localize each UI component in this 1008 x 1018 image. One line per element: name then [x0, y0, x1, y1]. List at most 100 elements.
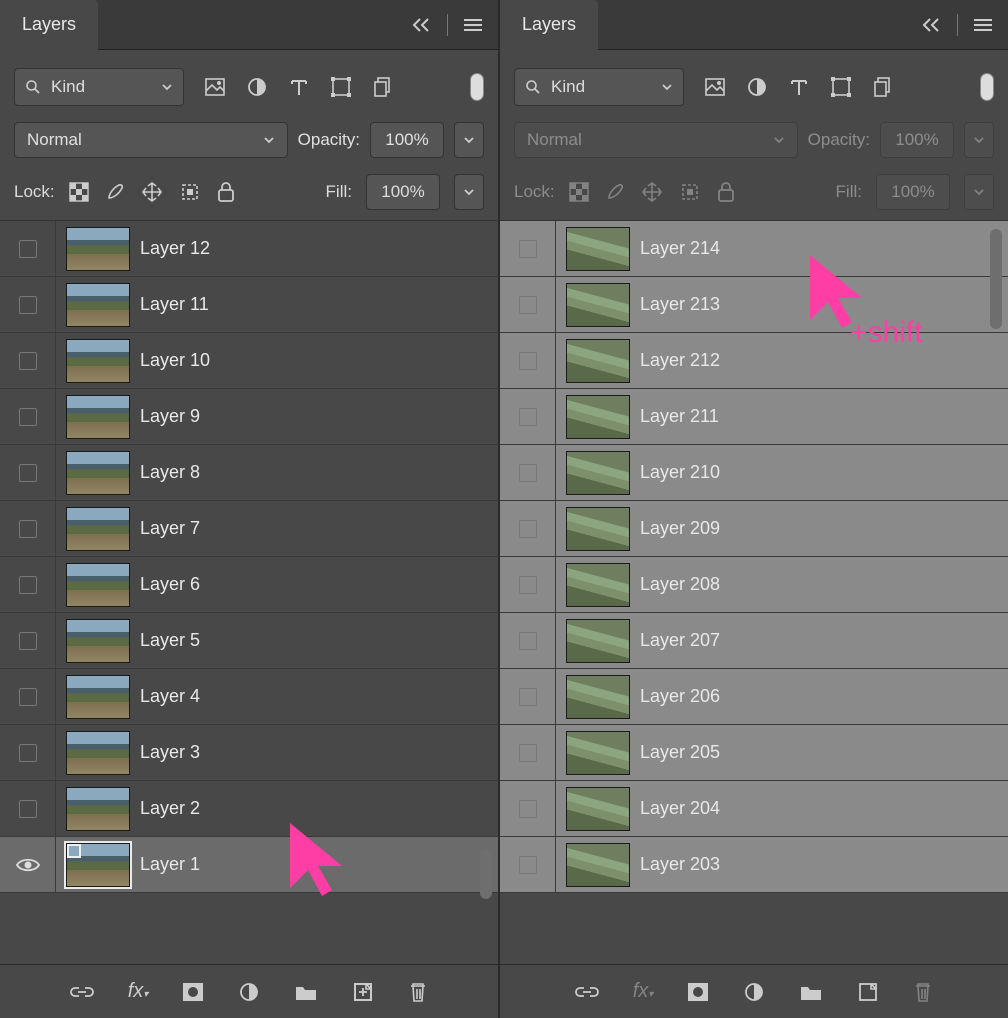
- visibility-toggle[interactable]: [0, 781, 56, 836]
- layer-thumbnail[interactable]: [566, 395, 630, 439]
- visibility-toggle[interactable]: [0, 221, 56, 276]
- layer-thumbnail[interactable]: [66, 227, 130, 271]
- visibility-toggle[interactable]: [500, 837, 556, 892]
- layer-row[interactable]: Layer 9: [0, 389, 498, 445]
- lock-transparency-icon[interactable]: [69, 181, 89, 203]
- layer-name[interactable]: Layer 2: [140, 798, 488, 819]
- visibility-toggle[interactable]: [500, 333, 556, 388]
- layer-name[interactable]: Layer 206: [640, 686, 998, 707]
- filter-toggle-switch[interactable]: [980, 73, 994, 101]
- layer-thumbnail[interactable]: [566, 675, 630, 719]
- filter-kind-select[interactable]: Kind: [14, 68, 184, 106]
- lock-artboard-icon[interactable]: [179, 181, 201, 203]
- layer-row[interactable]: Layer 203: [500, 837, 1008, 893]
- filter-shape-icon[interactable]: [330, 76, 352, 98]
- layer-thumbnail[interactable]: [566, 283, 630, 327]
- layer-list[interactable]: Layer 214 Layer 213Layer 212 Layer 211 Laye…: [500, 220, 1008, 964]
- filter-pixel-icon[interactable]: [204, 76, 226, 98]
- visibility-toggle[interactable]: [500, 557, 556, 612]
- layer-name[interactable]: Layer 1: [140, 854, 488, 875]
- layer-thumbnail[interactable]: [66, 339, 130, 383]
- filter-toggle-switch[interactable]: [470, 73, 484, 101]
- layer-row[interactable]: Layer 209: [500, 501, 1008, 557]
- visibility-toggle[interactable]: [500, 669, 556, 724]
- layer-row[interactable]: Layer 210: [500, 445, 1008, 501]
- visibility-toggle[interactable]: [0, 277, 56, 332]
- filter-pixel-icon[interactable]: [704, 76, 726, 98]
- filter-adjust-icon[interactable]: [246, 76, 268, 98]
- layer-name[interactable]: Layer 6: [140, 574, 488, 595]
- layer-name[interactable]: Layer 207: [640, 630, 998, 651]
- blend-mode-select[interactable]: Normal: [14, 122, 288, 158]
- layer-name[interactable]: Layer 205: [640, 742, 998, 763]
- filter-smart-icon[interactable]: [872, 76, 894, 98]
- layer-name[interactable]: Layer 4: [140, 686, 488, 707]
- layer-row[interactable]: Layer 208: [500, 557, 1008, 613]
- collapse-icon[interactable]: [921, 17, 943, 33]
- panel-menu-icon[interactable]: [972, 17, 994, 33]
- scrollbar-thumb[interactable]: [480, 849, 492, 899]
- opacity-input[interactable]: 100%: [370, 122, 444, 158]
- layer-thumbnail[interactable]: [66, 843, 130, 887]
- layer-name[interactable]: Layer 210: [640, 462, 998, 483]
- layer-name[interactable]: Layer 208: [640, 574, 998, 595]
- layer-row[interactable]: Layer 211: [500, 389, 1008, 445]
- layer-thumbnail[interactable]: [66, 395, 130, 439]
- layer-list[interactable]: Layer 12Layer 11Layer 10Layer 9Layer 8La…: [0, 220, 498, 964]
- layer-thumbnail[interactable]: [566, 339, 630, 383]
- layer-thumbnail[interactable]: [66, 731, 130, 775]
- layer-thumbnail[interactable]: [66, 787, 130, 831]
- trash-icon[interactable]: [408, 981, 428, 1003]
- layer-thumbnail[interactable]: [566, 451, 630, 495]
- visibility-toggle[interactable]: [0, 725, 56, 780]
- visibility-toggle[interactable]: [0, 333, 56, 388]
- layer-row[interactable]: Layer 2: [0, 781, 498, 837]
- layer-row[interactable]: Layer 213: [500, 277, 1008, 333]
- visibility-toggle[interactable]: [500, 613, 556, 668]
- layer-name[interactable]: Layer 11: [140, 294, 488, 315]
- visibility-toggle[interactable]: [0, 613, 56, 668]
- layer-thumbnail[interactable]: [566, 731, 630, 775]
- tab-layers[interactable]: Layers: [0, 0, 98, 50]
- layer-row[interactable]: Layer 6: [0, 557, 498, 613]
- visibility-toggle[interactable]: [500, 725, 556, 780]
- visibility-toggle[interactable]: [500, 501, 556, 556]
- layer-name[interactable]: Layer 211: [640, 406, 998, 427]
- layer-row[interactable]: Layer 3: [0, 725, 498, 781]
- lock-paint-icon[interactable]: [105, 181, 125, 203]
- adjustment-layer-icon[interactable]: [238, 981, 260, 1003]
- layer-thumbnail[interactable]: [66, 619, 130, 663]
- filter-type-icon[interactable]: [288, 76, 310, 98]
- visibility-toggle[interactable]: [500, 389, 556, 444]
- link-layers-icon[interactable]: [70, 982, 94, 1002]
- layer-name[interactable]: Layer 5: [140, 630, 488, 651]
- group-icon[interactable]: [799, 982, 823, 1002]
- layer-row[interactable]: Layer 212: [500, 333, 1008, 389]
- opacity-flyout[interactable]: [454, 122, 484, 158]
- layer-thumbnail[interactable]: [566, 507, 630, 551]
- mask-icon[interactable]: [182, 982, 204, 1002]
- layer-thumbnail[interactable]: [66, 563, 130, 607]
- visibility-toggle[interactable]: [0, 557, 56, 612]
- layer-row[interactable]: Layer 214: [500, 221, 1008, 277]
- layer-row[interactable]: Layer 5: [0, 613, 498, 669]
- tab-layers[interactable]: Layers: [500, 0, 598, 50]
- new-layer-icon[interactable]: [857, 981, 879, 1003]
- layer-name[interactable]: Layer 3: [140, 742, 488, 763]
- lock-position-icon[interactable]: [141, 181, 163, 203]
- link-layers-icon[interactable]: [575, 982, 599, 1002]
- visibility-toggle[interactable]: [500, 277, 556, 332]
- layer-name[interactable]: Layer 7: [140, 518, 488, 539]
- layer-name[interactable]: Layer 214: [640, 238, 998, 259]
- filter-adjust-icon[interactable]: [746, 76, 768, 98]
- layer-name[interactable]: Layer 12: [140, 238, 488, 259]
- layer-name[interactable]: Layer 204: [640, 798, 998, 819]
- filter-type-icon[interactable]: [788, 76, 810, 98]
- visibility-toggle[interactable]: [0, 669, 56, 724]
- layer-row[interactable]: Layer 10: [0, 333, 498, 389]
- layer-thumbnail[interactable]: [566, 619, 630, 663]
- layer-thumbnail[interactable]: [66, 675, 130, 719]
- layer-thumbnail[interactable]: [566, 227, 630, 271]
- layer-name[interactable]: Layer 203: [640, 854, 998, 875]
- layer-row[interactable]: Layer 12: [0, 221, 498, 277]
